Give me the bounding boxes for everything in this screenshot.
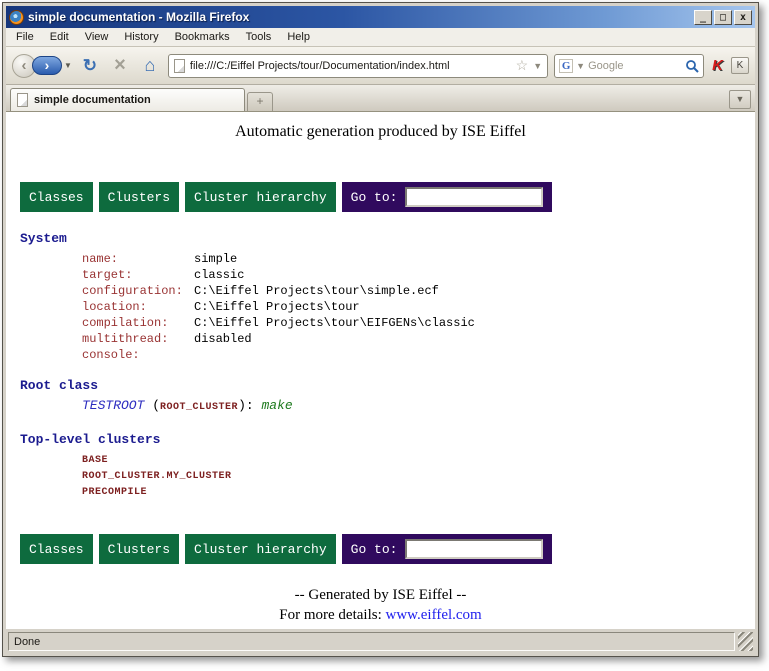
generated-by-text: -- Generated by ISE Eiffel --: [6, 585, 755, 605]
root-class-link[interactable]: TESTROOT: [82, 398, 144, 413]
resize-grip-icon[interactable]: [738, 632, 753, 651]
reload-button[interactable]: ↻: [78, 56, 102, 76]
history-dropdown-icon[interactable]: ▼: [64, 61, 72, 70]
new-tab-button[interactable]: +: [247, 92, 273, 111]
row-label: name:: [82, 251, 194, 267]
details-line: For more details: www.eiffel.com: [6, 605, 755, 625]
clusters-button[interactable]: Clusters: [99, 182, 179, 212]
kaspersky-icon[interactable]: K: [710, 57, 725, 74]
stop-button[interactable]: ×: [108, 54, 132, 77]
open-paren: (: [152, 398, 160, 413]
search-icon[interactable]: [685, 59, 699, 73]
menu-history[interactable]: History: [116, 29, 166, 45]
google-engine-icon: G: [559, 59, 573, 73]
menu-view[interactable]: View: [77, 29, 117, 45]
row-value: simple: [194, 252, 237, 266]
page-content: Automatic generation produced by ISE Eif…: [6, 112, 755, 629]
doc-nav-bottom: Classes Clusters Cluster hierarchy Go to…: [20, 534, 755, 564]
root-feature-link[interactable]: make: [261, 398, 292, 413]
row-value: classic: [194, 268, 244, 282]
goto-input-top[interactable]: [405, 187, 543, 207]
row-label: location:: [82, 299, 194, 315]
system-row-target: target:classic: [82, 267, 755, 283]
goto-label: Go to:: [351, 542, 398, 557]
address-bar[interactable]: file:///C:/Eiffel Projects/tour/Document…: [168, 54, 548, 78]
goto-box: Go to:: [342, 534, 553, 564]
top-level-clusters-heading: Top-level clusters: [20, 432, 755, 447]
tab-bar: simple documentation + ▼: [6, 85, 755, 112]
goto-input-bottom[interactable]: [405, 539, 543, 559]
row-value: disabled: [194, 332, 252, 346]
system-rows: name:simple target:classic configuration…: [82, 251, 755, 363]
bookmark-star-icon[interactable]: ☆: [516, 57, 529, 74]
url-text[interactable]: file:///C:/Eiffel Projects/tour/Document…: [190, 60, 511, 72]
row-value: C:\Eiffel Projects\tour\EIFGENs\classic: [194, 316, 475, 330]
cluster-hierarchy-button[interactable]: Cluster hierarchy: [185, 534, 336, 564]
system-row-console: console:: [82, 347, 755, 363]
root-class-line: TESTROOT (ROOT_CLUSTER): make: [82, 398, 755, 416]
engine-dropdown-icon[interactable]: ▼: [576, 61, 585, 71]
system-row-name: name:simple: [82, 251, 755, 267]
tab-simple-documentation[interactable]: simple documentation: [10, 88, 245, 111]
menu-edit[interactable]: Edit: [42, 29, 77, 45]
navigation-toolbar: ‹ › ▼ ↻ × ⌂ file:///C:/Eiffel Projects/t…: [6, 47, 755, 85]
root-class-heading: Root class: [20, 378, 755, 393]
search-input[interactable]: [588, 60, 682, 72]
row-value: C:\Eiffel Projects\tour\simple.ecf: [194, 284, 439, 298]
menu-help[interactable]: Help: [279, 29, 318, 45]
eiffel-com-link[interactable]: www.eiffel.com: [386, 607, 482, 623]
close-button[interactable]: x: [734, 10, 752, 25]
menu-tools[interactable]: Tools: [238, 29, 280, 45]
classes-button[interactable]: Classes: [20, 534, 93, 564]
goto-box: Go to:: [342, 182, 553, 212]
system-row-compilation: compilation:C:\Eiffel Projects\tour\EIFG…: [82, 315, 755, 331]
forward-button[interactable]: ›: [32, 56, 62, 75]
row-label: console:: [82, 347, 194, 363]
tab-page-icon: [17, 93, 28, 107]
clusters-button[interactable]: Clusters: [99, 534, 179, 564]
minimize-button[interactable]: _: [694, 10, 712, 25]
cluster-list: BASE ROOT_CLUSTER.MY_CLUSTER PRECOMPILE: [82, 453, 755, 501]
cluster-item-precompile[interactable]: PRECOMPILE: [82, 485, 755, 501]
system-row-configuration: configuration:C:\Eiffel Projects\tour\si…: [82, 283, 755, 299]
close-paren: ):: [238, 398, 254, 413]
cluster-item-base[interactable]: BASE: [82, 453, 755, 469]
row-value: C:\Eiffel Projects\tour: [194, 300, 360, 314]
cluster-hierarchy-button[interactable]: Cluster hierarchy: [185, 182, 336, 212]
cluster-item-root-cluster-my-cluster[interactable]: ROOT_CLUSTER.MY_CLUSTER: [82, 469, 755, 485]
doc-footer: -- Generated by ISE Eiffel -- For more d…: [6, 585, 755, 625]
firefox-icon: [9, 10, 24, 25]
tab-label: simple documentation: [34, 94, 151, 106]
page-icon: [174, 59, 185, 73]
details-prefix: For more details:: [279, 607, 385, 623]
doc-header: Automatic generation produced by ISE Eif…: [6, 123, 755, 141]
home-button[interactable]: ⌂: [138, 55, 162, 76]
menu-bookmarks[interactable]: Bookmarks: [167, 29, 238, 45]
status-text: Done: [8, 632, 735, 651]
row-label: target:: [82, 267, 194, 283]
system-heading: System: [20, 231, 755, 246]
k-extension-button[interactable]: K: [731, 57, 749, 74]
url-dropdown-icon[interactable]: ▼: [533, 61, 542, 71]
row-label: multithread:: [82, 331, 194, 347]
window-title: simple documentation - Mozilla Firefox: [28, 10, 690, 24]
tab-list-dropdown-icon[interactable]: ▼: [729, 90, 751, 109]
system-row-multithread: multithread:disabled: [82, 331, 755, 347]
search-box[interactable]: G ▼: [554, 54, 704, 78]
goto-label: Go to:: [351, 190, 398, 205]
menu-bar: File Edit View History Bookmarks Tools H…: [6, 28, 755, 47]
browser-window: simple documentation - Mozilla Firefox _…: [2, 2, 759, 657]
status-bar: Done: [6, 629, 755, 653]
doc-nav-top: Classes Clusters Cluster hierarchy Go to…: [20, 182, 755, 212]
menu-file[interactable]: File: [8, 29, 42, 45]
classes-button[interactable]: Classes: [20, 182, 93, 212]
system-row-location: location:C:\Eiffel Projects\tour: [82, 299, 755, 315]
maximize-button[interactable]: □: [714, 10, 732, 25]
title-bar[interactable]: simple documentation - Mozilla Firefox _…: [6, 6, 755, 28]
row-label: compilation:: [82, 315, 194, 331]
row-label: configuration:: [82, 283, 194, 299]
root-cluster-link[interactable]: ROOT_CLUSTER: [160, 402, 238, 413]
